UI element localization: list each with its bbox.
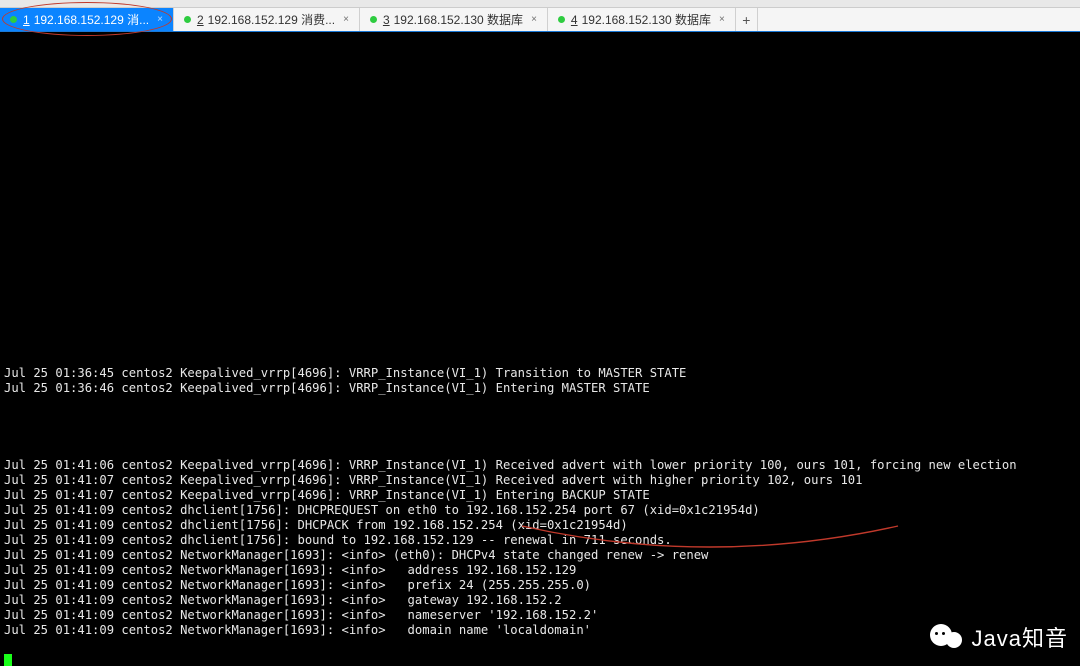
- tab-bar: 1 192.168.152.129 消... × 2 192.168.152.1…: [0, 8, 1080, 32]
- tab-number: 1: [23, 13, 30, 27]
- tab-4[interactable]: 4 192.168.152.130 数据库 ×: [548, 8, 736, 31]
- tab-number: 4: [571, 13, 578, 27]
- status-dot-icon: [10, 16, 17, 23]
- close-icon[interactable]: ×: [149, 14, 163, 25]
- add-tab-button[interactable]: +: [736, 8, 758, 31]
- log-block-backup: Jul 25 01:41:06 centos2 Keepalived_vrrp[…: [4, 458, 1017, 638]
- tab-label: 192.168.152.130 数据库: [394, 11, 523, 28]
- status-dot-icon: [184, 16, 191, 23]
- tab-label: 192.168.152.129 消费...: [208, 11, 335, 28]
- tab-number: 3: [383, 13, 390, 27]
- tab-3[interactable]: 3 192.168.152.130 数据库 ×: [360, 8, 548, 31]
- watermark-text: Java知音: [972, 631, 1068, 646]
- tab-1[interactable]: 1 192.168.152.129 消... ×: [0, 8, 174, 31]
- tab-label: 192.168.152.130 数据库: [582, 11, 711, 28]
- close-icon[interactable]: ×: [335, 14, 349, 25]
- window-titlebar-fragment: [0, 0, 1080, 8]
- watermark: Java知音: [928, 620, 1068, 656]
- tab-number: 2: [197, 13, 204, 27]
- status-dot-icon: [370, 16, 377, 23]
- status-dot-icon: [558, 16, 565, 23]
- terminal-output[interactable]: Jul 25 01:36:45 centos2 Keepalived_vrrp[…: [0, 32, 1080, 666]
- log-block-master: Jul 25 01:36:45 centos2 Keepalived_vrrp[…: [4, 366, 686, 396]
- tab-label: 192.168.152.129 消...: [34, 11, 149, 28]
- tab-2[interactable]: 2 192.168.152.129 消费... ×: [174, 8, 360, 31]
- terminal-cursor-icon: [4, 654, 12, 666]
- close-icon[interactable]: ×: [711, 14, 725, 25]
- wechat-bubble-icon: [928, 620, 964, 656]
- close-icon[interactable]: ×: [523, 14, 537, 25]
